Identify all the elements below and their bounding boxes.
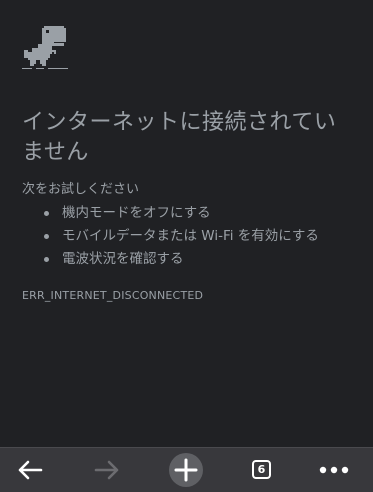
tab-switcher-button[interactable]: 6 — [244, 448, 284, 492]
back-button[interactable] — [10, 448, 50, 492]
new-tab-button[interactable] — [166, 448, 206, 492]
plus-icon — [169, 453, 203, 487]
menu-button[interactable] — [314, 448, 354, 492]
bullet-icon — [44, 234, 49, 239]
error-code: ERR_INTERNET_DISCONNECTED — [22, 289, 204, 302]
more-horizontal-icon — [319, 466, 349, 474]
suggestion-list: 機内モードをオフにする モバイルデータまたは Wi-Fi を有効にする 電波状況… — [22, 202, 319, 271]
tab-count-badge: 6 — [252, 460, 271, 479]
offline-dino-icon[interactable] — [22, 24, 72, 72]
suggestion-item-airplane-mode: 機内モードをオフにする — [22, 202, 319, 225]
arrow-left-icon — [18, 460, 43, 480]
bottom-toolbar: 6 — [0, 447, 373, 492]
suggestion-text: 電波状況を確認する — [62, 251, 184, 267]
suggestion-text: 機内モードをオフにする — [62, 205, 211, 221]
suggestion-text: モバイルデータまたは Wi-Fi を有効にする — [62, 228, 319, 244]
try-label: 次をお試しください — [22, 182, 140, 197]
arrow-right-icon — [94, 460, 119, 480]
suggestion-item-mobile-data: モバイルデータまたは Wi-Fi を有効にする — [22, 225, 319, 248]
suggestion-item-signal: 電波状況を確認する — [22, 248, 319, 271]
bullet-icon — [44, 257, 49, 262]
error-title: インターネットに接続されていません — [22, 110, 337, 165]
forward-button[interactable] — [87, 448, 127, 492]
browser-page: インターネットに接続されていません 次をお試しください 機内モードをオフにする … — [0, 0, 373, 492]
bullet-icon — [44, 211, 49, 216]
